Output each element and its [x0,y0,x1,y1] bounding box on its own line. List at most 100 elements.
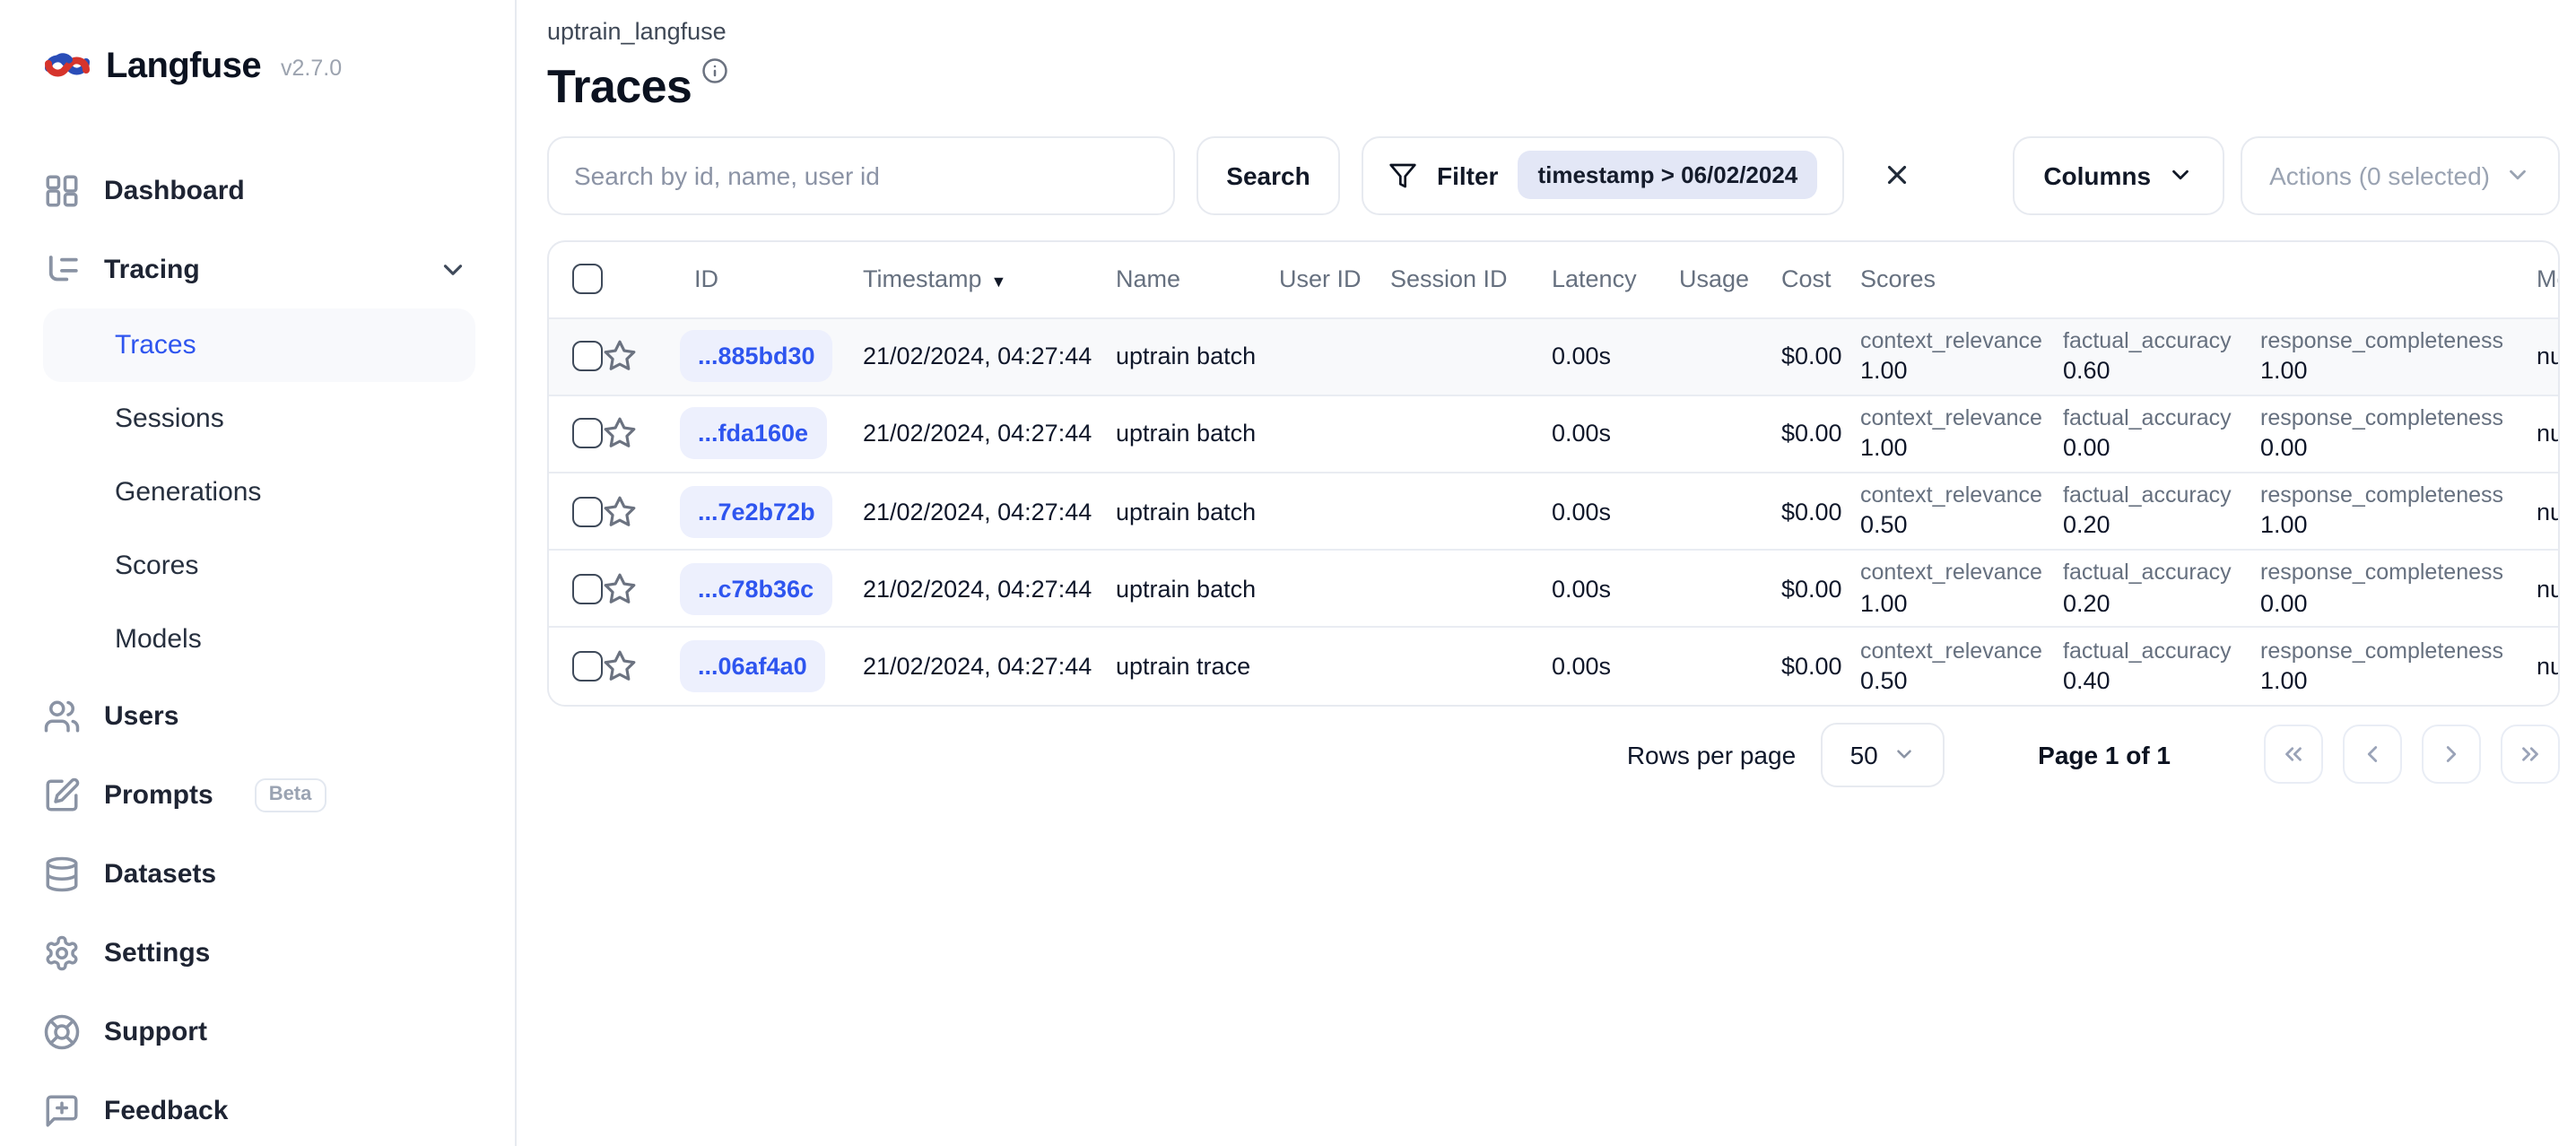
column-header-usage[interactable]: Usage [1679,265,1781,292]
column-header-id[interactable]: ID [660,265,863,292]
search-button[interactable]: Search [1197,135,1340,215]
sidebar-item-dashboard[interactable]: Dashboard [0,151,515,230]
score-cell: factual_accuracy 0.60 [2063,326,2260,387]
sidebar-item-scores[interactable]: Scores [43,529,475,603]
edit-pencil-icon [46,777,80,811]
favorite-star-icon[interactable] [603,417,637,451]
clear-filter-icon[interactable] [1882,160,1912,190]
score-value: 0.40 [2063,666,2110,694]
trace-id-link[interactable]: ...c78b36c [680,562,832,615]
trace-timestamp: 21/02/2024, 04:27:44 [863,343,1092,370]
score-label: factual_accuracy [2063,327,2232,353]
app-window: Langfuse v2.7.0 Dashboard Tracing Traces… [0,0,2576,1146]
sidebar-item-tracing[interactable]: Tracing [0,230,515,308]
pagination: Rows per page 50 Page 1 of 1 [547,722,2560,787]
actions-button-label: Actions (0 selected) [2269,161,2490,190]
filter-chip[interactable]: timestamp > 06/02/2024 [1518,151,1818,200]
columns-button-label: Columns [2043,161,2152,190]
rows-per-page-value: 50 [1849,740,1878,769]
trace-id-link[interactable]: ...06af4a0 [680,639,825,692]
rows-per-page-select[interactable]: 50 [1821,722,1945,787]
column-header-scores[interactable]: Scores [1860,265,2537,292]
column-header-session-id[interactable]: Session ID [1390,265,1552,292]
trace-timestamp: 21/02/2024, 04:27:44 [863,498,1092,525]
score-value: 1.00 [1860,357,1908,385]
column-header-name[interactable]: Name [1116,265,1279,292]
sidebar-item-label: Feedback [104,1095,229,1125]
sidebar-item-feedback[interactable]: Feedback [0,1071,515,1146]
table-row[interactable]: ...7e2b72b 21/02/2024, 04:27:44 uptrain … [549,471,2558,550]
info-icon[interactable] [701,57,727,84]
sidebar-item-label: Tracing [104,254,200,284]
sidebar-item-support[interactable]: Support [0,992,515,1071]
sort-desc-icon: ▼ [990,273,1007,291]
chevron-right-icon [2446,746,2457,762]
table-row[interactable]: ...c78b36c 21/02/2024, 04:27:44 uptrain … [549,549,2558,627]
select-all-checkbox[interactable] [572,264,603,295]
column-header-timestamp[interactable]: Timestamp ▼ [863,265,1116,292]
columns-button[interactable]: Columns [2013,135,2225,215]
previous-page-button[interactable] [2343,725,2402,785]
table-header-row: ID Timestamp ▼ Name User ID Session ID La… [549,241,2558,317]
trace-id-link[interactable]: ...885bd30 [680,330,833,383]
score-label: factual_accuracy [2063,482,2232,508]
trace-id-link[interactable]: ...fda160e [680,407,827,460]
latency-cell: 0.00s [1552,575,1612,603]
column-header-latency[interactable]: Latency [1552,265,1679,292]
row-checkbox[interactable] [572,418,603,449]
row-checkbox[interactable] [572,573,603,604]
timestamp-header-label: Timestamp [863,265,982,293]
metadata-cell: null [2537,420,2558,447]
sidebar-item-label: Dashboard [104,175,245,205]
filter-button[interactable]: Filter timestamp > 06/02/2024 [1362,135,1845,215]
column-header-cost[interactable]: Cost [1781,265,1860,292]
beta-badge: Beta [254,777,326,812]
sidebar-item-label: Prompts [104,779,213,810]
score-label: response_completeness [2260,327,2503,353]
favorite-star-icon[interactable] [603,339,637,373]
row-checkbox[interactable] [572,496,603,527]
column-header-metadata[interactable]: Metadata [2537,265,2558,292]
logo: Langfuse v2.7.0 [43,39,515,93]
table-row[interactable]: ...06af4a0 21/02/2024, 04:27:44 uptrain … [549,626,2558,705]
score-value: 0.00 [2260,434,2308,462]
row-checkbox[interactable] [572,650,603,682]
table-row[interactable]: ...885bd30 21/02/2024, 04:27:44 uptrain … [549,317,2558,395]
search-input[interactable] [547,135,1175,215]
score-cell: context_relevance 1.00 [1860,559,2063,620]
score-cell: response_completeness 1.00 [2260,636,2537,697]
sidebar-item-generations[interactable]: Generations [43,456,475,529]
sidebar-item-users[interactable]: Users [0,676,515,755]
metadata-cell: null [2537,343,2558,370]
breadcrumb-project[interactable]: uptrain_langfuse [547,18,2560,45]
score-label: factual_accuracy [2063,404,2232,430]
actions-button[interactable]: Actions (0 selected) [2241,135,2560,215]
sidebar-item-sessions[interactable]: Sessions [43,382,475,456]
sidebar-item-label: Datasets [104,858,217,889]
users-icon [44,699,80,732]
favorite-star-icon[interactable] [603,494,637,528]
last-page-button[interactable] [2501,725,2560,785]
score-label: context_relevance [1860,638,2042,664]
trace-id-link[interactable]: ...7e2b72b [680,485,833,538]
first-page-button[interactable] [2264,725,2323,785]
sidebar-item-models[interactable]: Models [43,603,475,676]
sidebar-item-datasets[interactable]: Datasets [0,834,515,913]
table-row[interactable]: ...fda160e 21/02/2024, 04:27:44 uptrain … [549,394,2558,472]
next-page-button[interactable] [2422,725,2481,785]
sidebar-item-traces[interactable]: Traces [43,308,475,382]
sidebar-item-prompts[interactable]: Prompts Beta [0,755,515,834]
column-header-user-id[interactable]: User ID [1279,265,1390,292]
chevron-down-icon[interactable] [438,254,468,284]
score-label: factual_accuracy [2063,560,2232,586]
favorite-star-icon[interactable] [603,649,637,683]
score-value: 1.00 [2260,666,2308,694]
favorite-star-icon[interactable] [603,572,637,606]
sidebar-item-label: Support [104,1016,207,1046]
row-checkbox[interactable] [572,341,603,372]
latency-cell: 0.00s [1552,498,1612,525]
score-value: 1.00 [2260,511,2308,539]
chevron-down-icon [1896,750,1911,759]
sidebar-item-settings[interactable]: Settings [0,913,515,992]
score-label: context_relevance [1860,404,2042,430]
